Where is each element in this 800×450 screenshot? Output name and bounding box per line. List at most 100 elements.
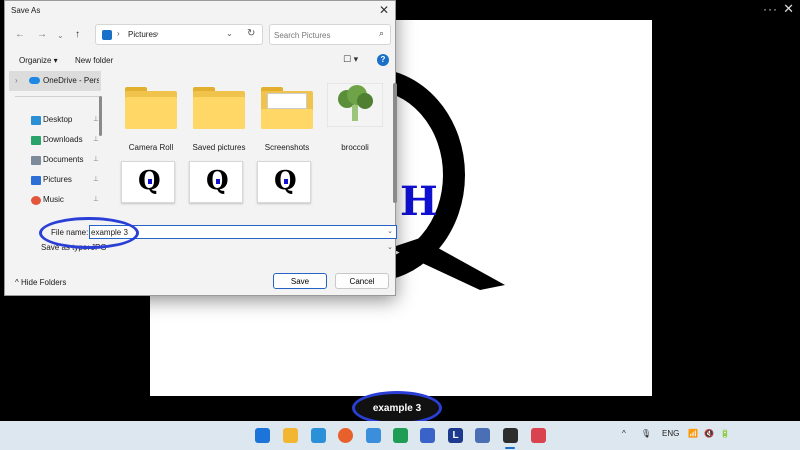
sidebar-item-pictures[interactable]: Pictures ⊥: [29, 173, 101, 189]
sidebar-item-label: Desktop: [43, 115, 73, 124]
volume-icon[interactable]: 🔇: [704, 429, 714, 438]
microphone-icon[interactable]: 🎙: [641, 429, 651, 438]
battery-icon[interactable]: 🔋: [720, 429, 730, 438]
sidebar-item-label: Music: [43, 195, 64, 204]
list-item[interactable]: Q example2: [187, 159, 251, 217]
save-type-select[interactable]: JPG: [91, 243, 107, 252]
organize-menu[interactable]: Organize ▾: [19, 56, 58, 65]
file-name-label: File name:: [51, 228, 89, 237]
file-name-label: broccoli: [341, 143, 369, 152]
firefox-icon[interactable]: [338, 428, 353, 443]
active-indicator: [505, 447, 515, 449]
h-letter: H: [400, 178, 438, 225]
view-options-icon[interactable]: ☐ ▾: [343, 54, 358, 65]
list-item[interactable]: Saved pictures: [187, 77, 251, 157]
chevron-down-icon[interactable]: ⌄: [387, 227, 393, 235]
photos-icon[interactable]: [311, 428, 326, 443]
paint-icon[interactable]: [503, 428, 518, 443]
back-arrow-icon[interactable]: ←: [15, 29, 25, 40]
up-arrow-icon[interactable]: ↑: [75, 29, 80, 40]
list-item[interactable]: broccoli: [323, 77, 387, 157]
save-button[interactable]: Save: [273, 273, 327, 289]
search-icon[interactable]: ⌕: [379, 28, 384, 39]
address-dropdown-icon[interactable]: ⌄: [226, 29, 233, 38]
save-as-dialog: Save As ✕ ← → ⌄ ↑ › Pictures › ⌄ ↻ ⌕ Org…: [4, 0, 397, 296]
breadcrumb-separator: ›: [156, 29, 159, 38]
file-name-label: Screenshots: [264, 143, 310, 152]
sidebar-item-documents[interactable]: Documents ⊥: [29, 153, 101, 169]
onedrive-cloud-icon: [29, 77, 40, 84]
save-type-label: Save as type:: [41, 243, 90, 252]
desktop-icon: [31, 116, 41, 125]
q-image-thumbnail: Q: [121, 161, 175, 203]
breadcrumb-pictures[interactable]: Pictures: [128, 30, 157, 39]
list-item[interactable]: Q logo: [255, 159, 319, 217]
chevron-right-icon[interactable]: ›: [15, 76, 18, 85]
broccoli-thumbnail: [326, 82, 384, 128]
notepad-icon[interactable]: [366, 428, 381, 443]
pin-icon: ⊥: [92, 176, 99, 183]
q-image-thumbnail: Q: [257, 161, 311, 203]
downloads-icon: [31, 136, 41, 145]
breadcrumb-separator: ›: [117, 29, 120, 38]
search-box[interactable]: ⌕: [269, 24, 391, 45]
navigation-pane: › OneDrive - Perso Desktop ⊥ Downloads ⊥…: [9, 69, 101, 217]
store-icon[interactable]: [420, 428, 435, 443]
pictures-location-icon: [102, 30, 112, 40]
sidebar-item-label: OneDrive - Perso: [43, 76, 99, 85]
address-bar[interactable]: › Pictures › ⌄ ↻: [95, 24, 263, 45]
sidebar-item-onedrive[interactable]: › OneDrive - Perso: [9, 71, 101, 91]
l-app-icon[interactable]: L: [448, 428, 463, 443]
search-input[interactable]: [274, 28, 374, 42]
snipping-tool-icon[interactable]: [531, 428, 546, 443]
divider: [15, 96, 99, 97]
recent-locations-icon[interactable]: ⌄: [57, 31, 64, 40]
list-item[interactable]: Screenshots: [255, 77, 319, 157]
caption-text: example 3: [372, 402, 422, 414]
tray-chevron-icon[interactable]: ^: [622, 429, 626, 438]
file-name-label: Saved pictures: [192, 143, 246, 152]
pin-icon: ⊥: [92, 196, 99, 203]
navigation-scrollbar[interactable]: [99, 96, 102, 136]
folder-icon: [123, 83, 179, 129]
list-item[interactable]: Q example1: [119, 159, 183, 217]
folder-icon: [259, 83, 315, 129]
dialog-title: Save As: [11, 6, 41, 15]
sidebar-item-desktop[interactable]: Desktop ⊥: [29, 113, 101, 129]
arrow-app-icon[interactable]: [475, 428, 490, 443]
caption-bubble: example 3: [352, 391, 442, 425]
sidebar-item-music[interactable]: Music ⊥: [29, 193, 101, 209]
file-name-input[interactable]: [91, 227, 381, 238]
folder-icon: [191, 83, 247, 129]
sidebar-item-label: Downloads: [43, 135, 83, 144]
documents-icon: [31, 156, 41, 165]
taskbar: L ^ 🎙 ENG 📶 🔇 🔋: [0, 421, 800, 450]
more-options-icon[interactable]: ···: [763, 2, 778, 16]
list-item[interactable]: Camera Roll: [119, 77, 183, 157]
wifi-icon[interactable]: 📶: [688, 429, 698, 438]
file-explorer-icon[interactable]: [283, 428, 298, 443]
new-folder-button[interactable]: New folder: [75, 56, 113, 65]
sidebar-item-downloads[interactable]: Downloads ⊥: [29, 133, 101, 149]
start-icon[interactable]: [255, 428, 270, 443]
chevron-down-icon[interactable]: ⌄: [387, 243, 393, 251]
refresh-icon[interactable]: ↻: [247, 28, 255, 39]
file-list-scrollbar[interactable]: [393, 83, 397, 203]
dialog-close-icon[interactable]: ✕: [379, 3, 389, 17]
hide-folders-label: Hide Folders: [20, 278, 67, 287]
file-name-field[interactable]: ⌄: [89, 225, 397, 239]
language-indicator[interactable]: ENG: [662, 429, 679, 438]
spreadsheet-icon[interactable]: [393, 428, 408, 443]
hide-folders-button[interactable]: ^ Hide Folders: [15, 278, 66, 287]
cancel-button[interactable]: Cancel: [335, 273, 389, 289]
forward-arrow-icon[interactable]: →: [37, 29, 47, 40]
pictures-icon: [31, 176, 41, 185]
help-icon[interactable]: ?: [377, 54, 389, 66]
pin-icon: ⊥: [92, 156, 99, 163]
file-name-label: Camera Roll: [128, 143, 174, 152]
close-icon[interactable]: ✕: [783, 1, 794, 17]
music-icon: [31, 196, 41, 205]
sidebar-item-label: Pictures: [43, 175, 72, 184]
sidebar-item-label: Documents: [43, 155, 84, 164]
file-list: Camera Roll Saved pictures Screenshots b…: [105, 71, 393, 217]
